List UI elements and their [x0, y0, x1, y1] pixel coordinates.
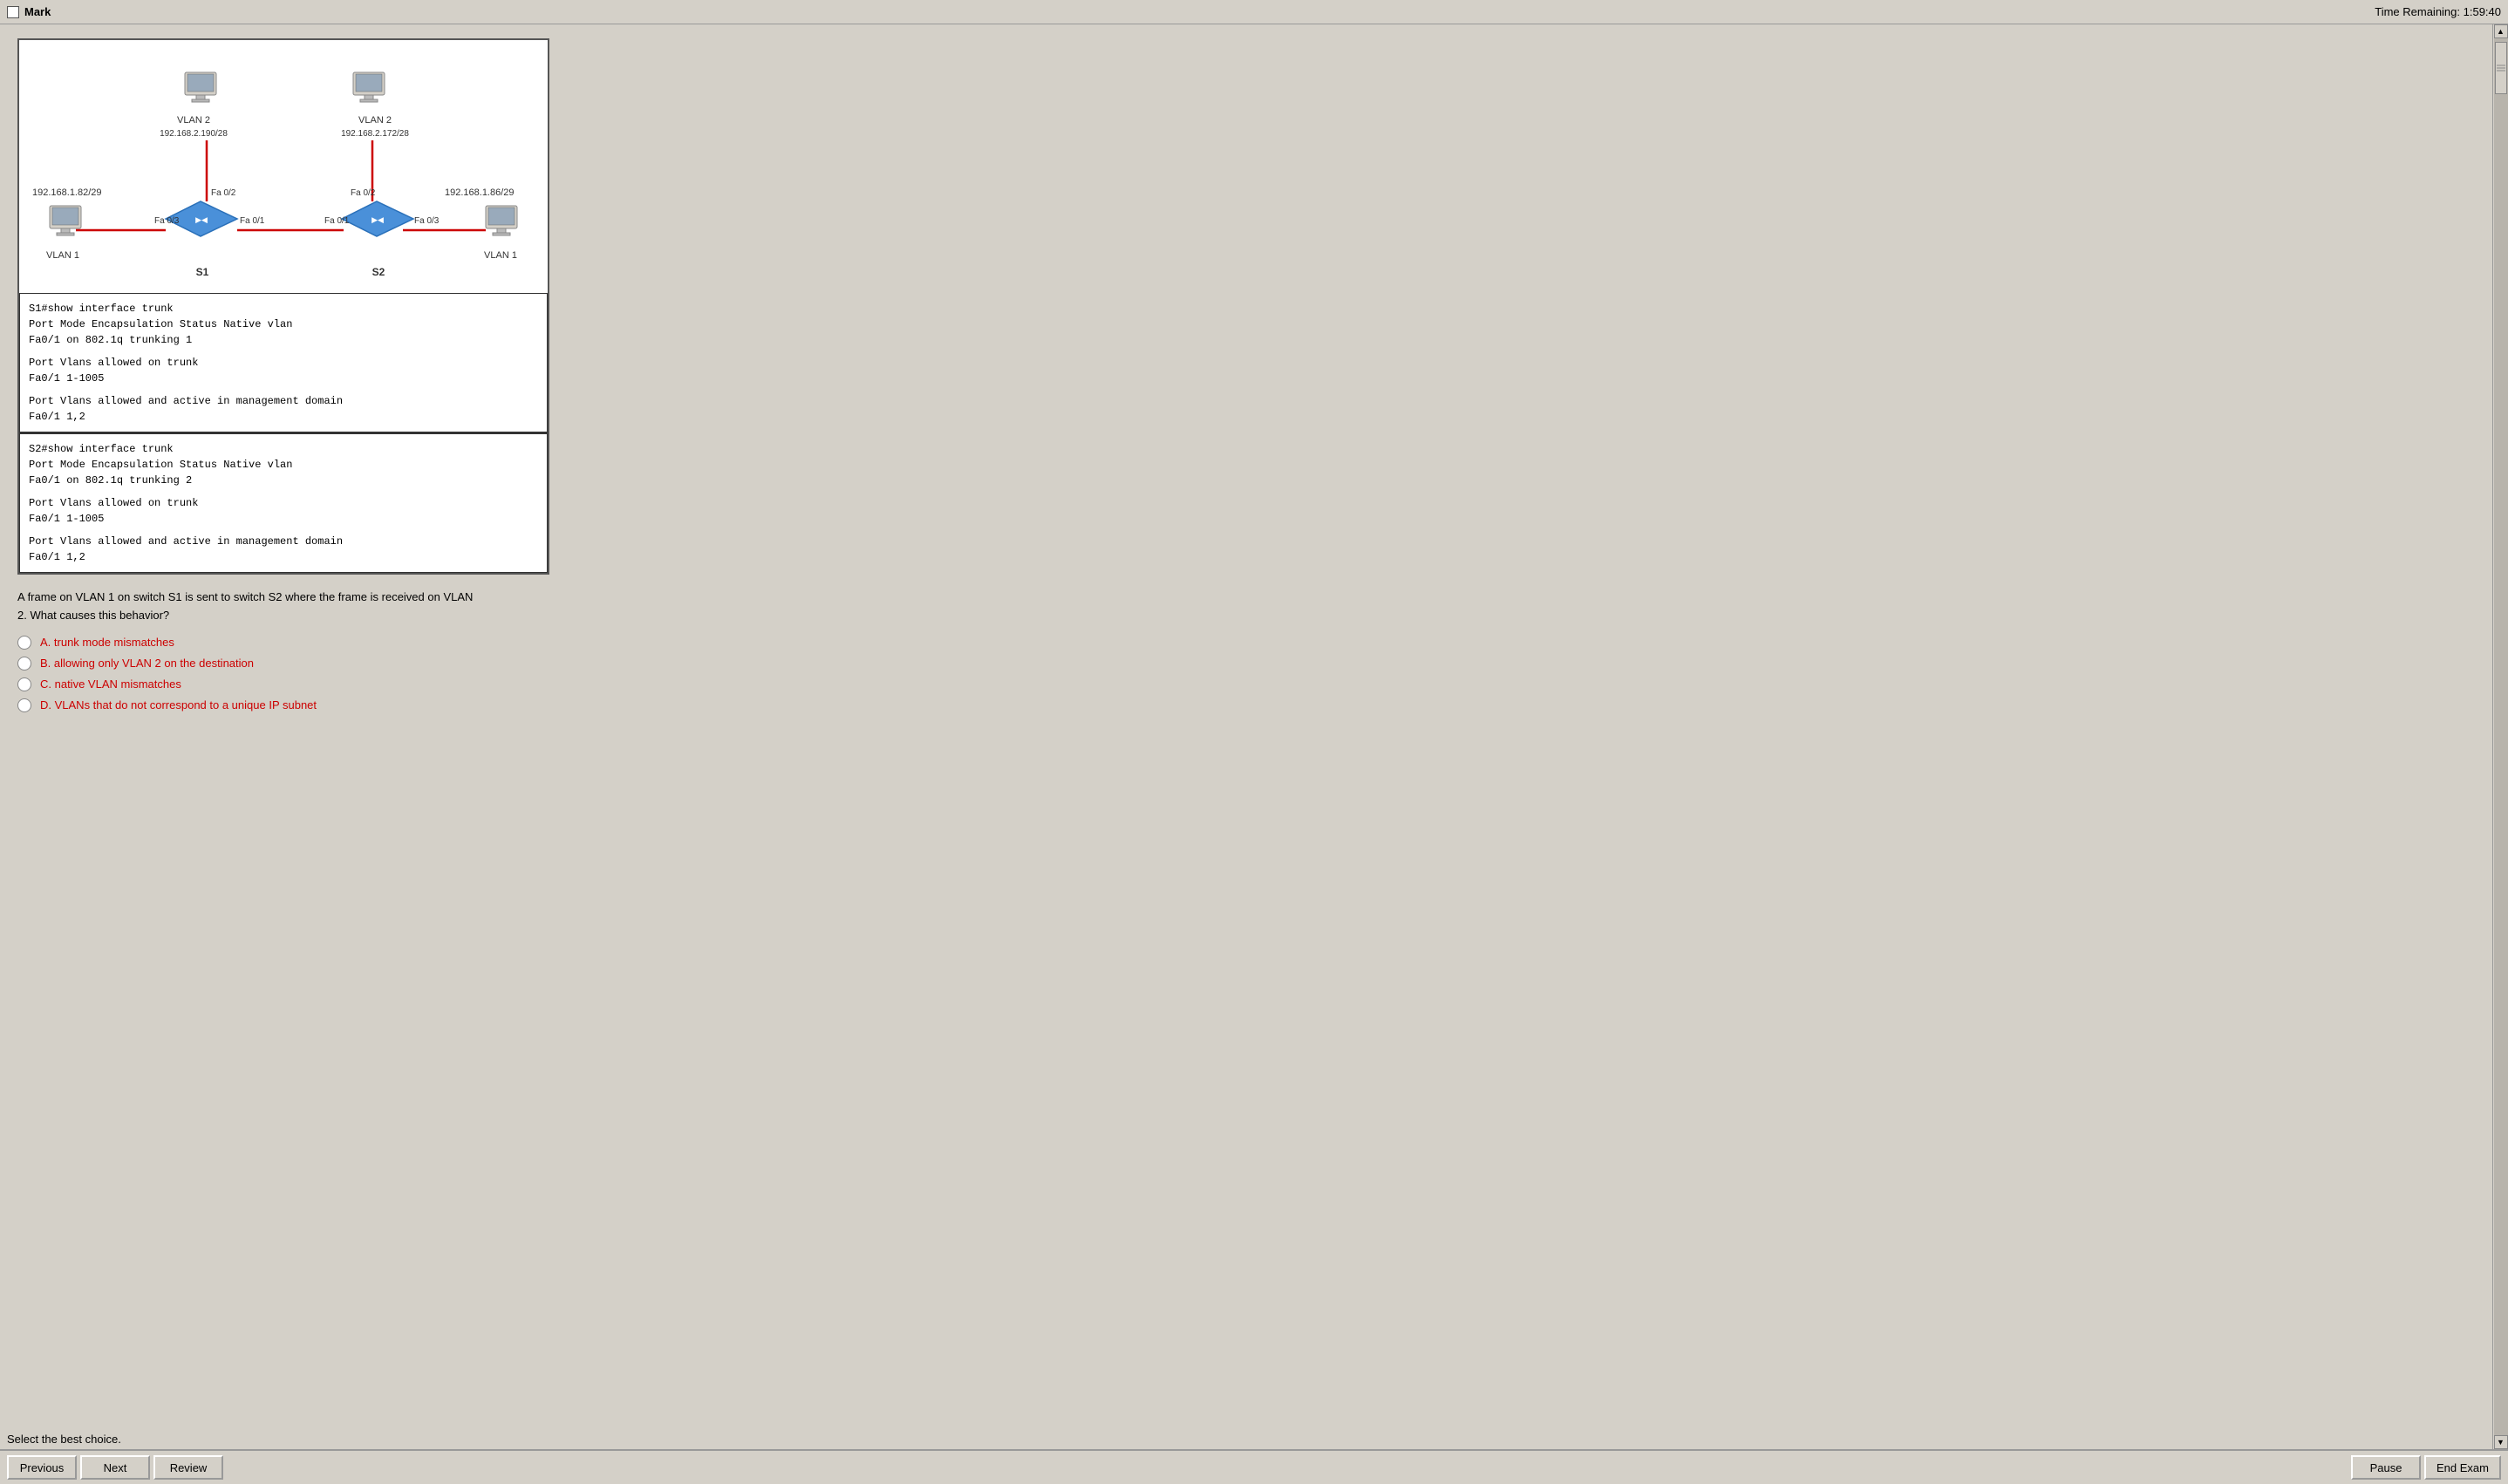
bottom-bar: Previous Next Review Pause End Exam: [0, 1449, 2508, 1484]
option-d[interactable]: D. VLANs that do not correspond to a uni…: [17, 698, 2482, 712]
svg-text:Fa 0/2: Fa 0/2: [211, 188, 236, 198]
svg-text:▶◀: ▶◀: [195, 215, 208, 224]
s2-label: S2: [372, 266, 385, 278]
vlan1-left-label: VLAN 1: [46, 250, 79, 261]
option-b[interactable]: B. allowing only VLAN 2 on the destinati…: [17, 657, 2482, 671]
option-a-label: A. trunk mode mismatches: [40, 636, 174, 649]
s1-config-row1: Fa0/1 on 802.1q trunking 1: [29, 332, 538, 348]
next-button[interactable]: Next: [80, 1455, 150, 1480]
network-svg: VLAN 2 192.168.2.190/28 VLAN 2 192.168.2…: [19, 40, 551, 293]
options: A. trunk mode mismatches B. allowing onl…: [17, 636, 2482, 712]
svg-text:192.168.1.82/29: 192.168.1.82/29: [32, 187, 102, 198]
radio-a[interactable]: [17, 636, 31, 650]
option-c[interactable]: C. native VLAN mismatches: [17, 677, 2482, 691]
s1-vlans-allowed-header: Port Vlans allowed on trunk Fa0/1 1-1005: [29, 355, 538, 386]
scrollbar-track: [2494, 38, 2508, 1435]
radio-c[interactable]: [17, 677, 31, 691]
pause-button[interactable]: Pause: [2351, 1455, 2421, 1480]
pc-vlan1-right-icon: [486, 206, 517, 235]
svg-text:192.168.2.190/28: 192.168.2.190/28: [160, 129, 228, 139]
svg-text:Fa 0/3: Fa 0/3: [414, 216, 440, 226]
title-bar: Mark Time Remaining: 1:59:40: [0, 0, 2508, 24]
question-text: A frame on VLAN 1 on switch S1 is sent t…: [17, 589, 715, 625]
mark-label: Mark: [24, 5, 51, 18]
svg-text:Fa 0/1: Fa 0/1: [240, 216, 265, 226]
scrollbar-up-button[interactable]: ▲: [2494, 24, 2508, 38]
option-a[interactable]: A. trunk mode mismatches: [17, 636, 2482, 650]
s1-active-header: Port Vlans allowed and active in managem…: [29, 393, 538, 425]
vlan2-left-label: VLAN 2: [177, 115, 210, 126]
svg-text:192.168.1.86/29: 192.168.1.86/29: [445, 187, 515, 198]
s1-label: S1: [196, 266, 209, 278]
scrollbar-down-button[interactable]: ▼: [2494, 1435, 2508, 1449]
s1-config-title: S1#show interface trunk: [29, 301, 538, 317]
switch-s2: ▶◀: [342, 201, 413, 236]
scrollbar[interactable]: ▲ ▼: [2492, 24, 2508, 1449]
scrollbar-grip: [2497, 65, 2505, 71]
review-button[interactable]: Review: [153, 1455, 223, 1480]
title-bar-left: Mark: [7, 5, 51, 18]
timer: Time Remaining: 1:59:40: [2375, 5, 2501, 18]
mark-checkbox[interactable]: [7, 6, 19, 18]
scrollbar-thumb[interactable]: [2495, 42, 2507, 94]
option-c-label: C. native VLAN mismatches: [40, 677, 181, 691]
svg-text:Fa 0/2: Fa 0/2: [351, 188, 376, 198]
radio-d[interactable]: [17, 698, 31, 712]
vlan2-right-label: VLAN 2: [358, 115, 392, 126]
svg-text:192.168.2.172/28: 192.168.2.172/28: [341, 129, 409, 139]
svg-text:Fa 0/3: Fa 0/3: [154, 216, 180, 226]
svg-text:Fa 0/1: Fa 0/1: [324, 216, 350, 226]
nav-buttons-left: Previous Next Review: [7, 1455, 223, 1480]
s2-active-header: Port Vlans allowed and active in managem…: [29, 534, 538, 565]
nav-buttons-right: Pause End Exam: [2351, 1455, 2501, 1480]
diagram-box: VLAN 2 192.168.2.190/28 VLAN 2 192.168.2…: [17, 38, 549, 575]
s1-config-headers: Port Mode Encapsulation Status Native vl…: [29, 317, 538, 332]
s2-config: S2#show interface trunk Port Mode Encaps…: [19, 432, 548, 573]
end-exam-button[interactable]: End Exam: [2424, 1455, 2501, 1480]
pc-vlan2-left-icon: [185, 72, 216, 102]
s2-config-headers: Port Mode Encapsulation Status Native vl…: [29, 457, 538, 473]
pc-vlan2-right-icon: [353, 72, 385, 102]
option-d-label: D. VLANs that do not correspond to a uni…: [40, 698, 317, 711]
s2-vlans-allowed-header: Port Vlans allowed on trunk Fa0/1 1-1005: [29, 495, 538, 527]
s1-config: S1#show interface trunk Port Mode Encaps…: [19, 293, 548, 432]
select-best-choice: Select the best choice.: [7, 1433, 121, 1446]
svg-text:▶◀: ▶◀: [371, 215, 384, 224]
previous-button[interactable]: Previous: [7, 1455, 77, 1480]
option-b-label: B. allowing only VLAN 2 on the destinati…: [40, 657, 254, 670]
vlan1-right-label: VLAN 1: [484, 250, 517, 261]
network-diagram: VLAN 2 192.168.2.190/28 VLAN 2 192.168.2…: [19, 40, 551, 293]
s2-config-title: S2#show interface trunk: [29, 441, 538, 457]
radio-b[interactable]: [17, 657, 31, 671]
main-content: VLAN 2 192.168.2.190/28 VLAN 2 192.168.2…: [0, 24, 2508, 1449]
s2-config-row1: Fa0/1 on 802.1q trunking 2: [29, 473, 538, 488]
